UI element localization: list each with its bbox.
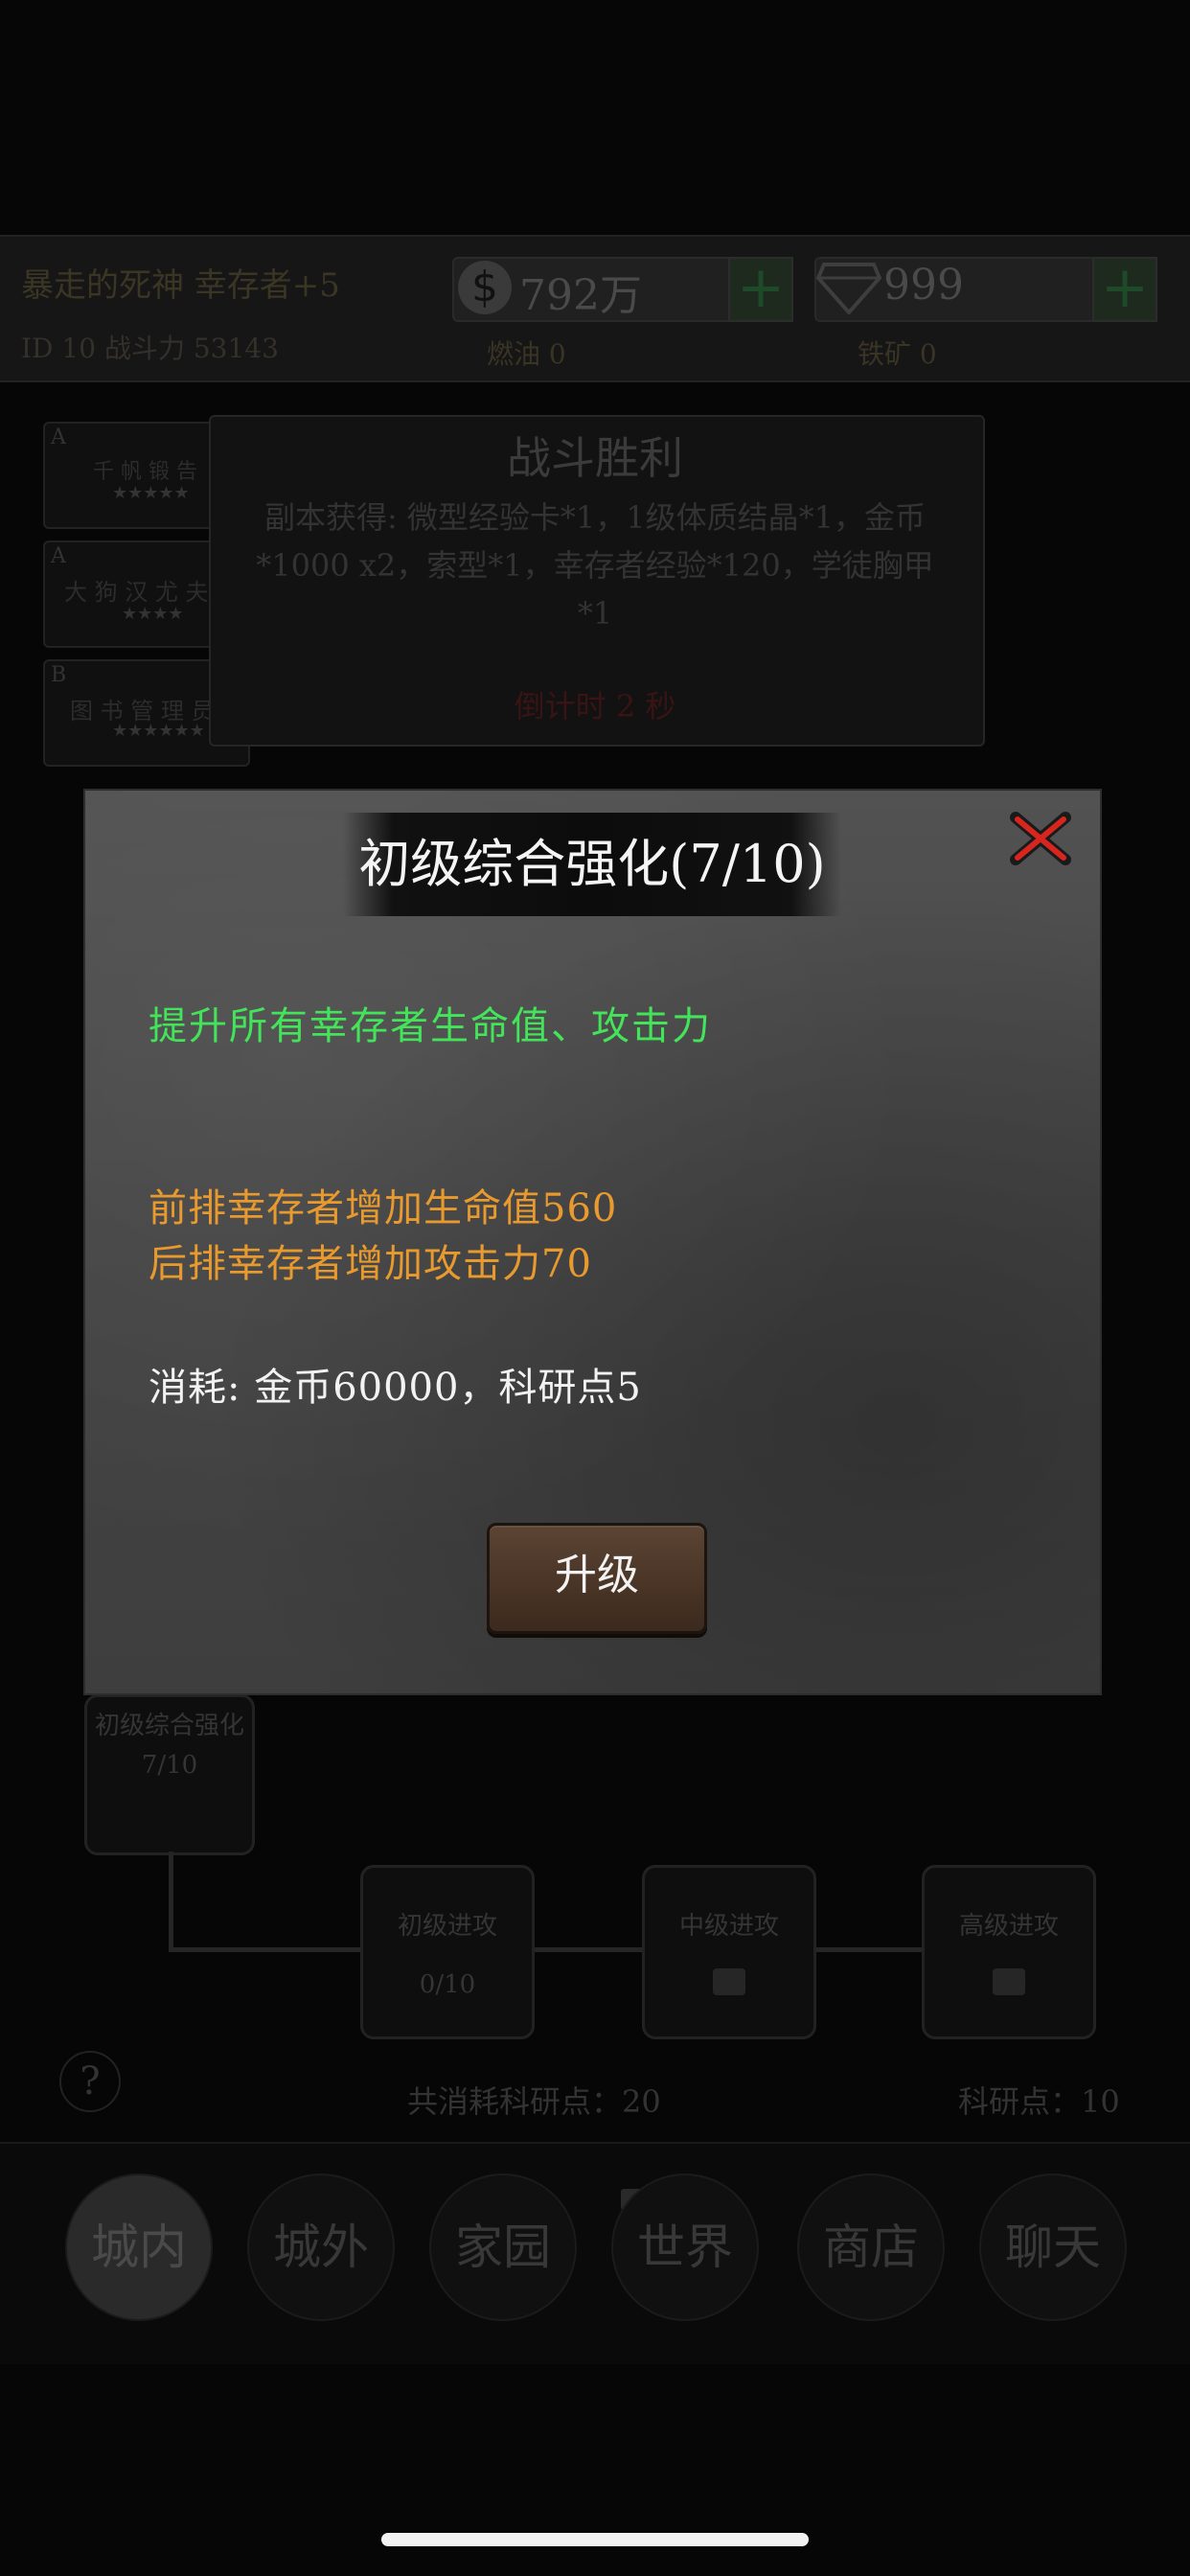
research-node-locked[interactable]: 中级进攻 xyxy=(642,1865,816,2039)
nav-city-inside[interactable]: 城内 xyxy=(65,2174,213,2321)
nav-chat[interactable]: 聊天 xyxy=(979,2174,1127,2321)
gold-coin-icon: $ xyxy=(458,261,512,314)
tree-connector xyxy=(169,1852,173,1951)
upgrade-cost: 消耗: 金币60000，科研点5 xyxy=(149,1366,642,1410)
gold-value: 792万 xyxy=(519,271,642,320)
nav-shop[interactable]: 商店 xyxy=(797,2174,945,2321)
add-gold-button[interactable]: + xyxy=(728,257,793,322)
tree-connector xyxy=(811,1947,922,1952)
nav-home[interactable]: 家园 xyxy=(429,2174,577,2321)
home-indicator[interactable] xyxy=(381,2533,809,2546)
upgrade-button[interactable]: 升级 xyxy=(487,1523,707,1634)
battle-rewards: 副本获得: 微型经验卡*1，1级体质结晶*1，金币*1000 x2，索型*1，幸… xyxy=(256,499,934,632)
help-button[interactable]: ? xyxy=(59,2051,121,2112)
close-icon[interactable] xyxy=(1006,810,1075,867)
effect-back-row: 后排幸存者增加攻击力70 xyxy=(149,1242,592,1286)
battle-countdown: 倒计时 2 秒 xyxy=(514,688,676,724)
lock-icon xyxy=(993,1968,1025,1995)
tree-connector xyxy=(531,1947,642,1952)
lock-icon xyxy=(713,1968,745,1995)
fuel-label: 燃油 0 xyxy=(487,338,566,370)
research-node-locked[interactable]: 高级进攻 xyxy=(922,1865,1096,2039)
nav-city-outside[interactable]: 城外 xyxy=(247,2174,395,2321)
nav-world[interactable]: 世界 xyxy=(611,2174,759,2321)
ore-label: 铁矿 0 xyxy=(858,338,937,370)
dialog-title: 初级综合强化(7/10) xyxy=(358,834,826,894)
tree-connector xyxy=(169,1947,360,1952)
research-node-root[interactable]: 初级综合强化 7/10 xyxy=(84,1694,255,1855)
effect-front-row: 前排幸存者增加生命值560 xyxy=(149,1186,618,1230)
upgrade-description: 提升所有幸存者生命值、攻击力 xyxy=(149,1004,712,1048)
add-gems-button[interactable]: + xyxy=(1092,257,1157,322)
gem-value: 999 xyxy=(883,261,964,310)
battle-result-title: 战斗胜利 xyxy=(507,432,683,484)
diamond-icon xyxy=(816,263,881,314)
player-name: 暴走的死神 幸存者+5 xyxy=(21,266,340,305)
research-node[interactable]: 初级进攻 0/10 xyxy=(360,1865,535,2039)
research-points: 科研点：10 xyxy=(958,2083,1120,2120)
total-research-cost: 共消耗科研点：20 xyxy=(407,2083,661,2120)
player-id: ID 10 战斗力 53143 xyxy=(21,333,279,364)
